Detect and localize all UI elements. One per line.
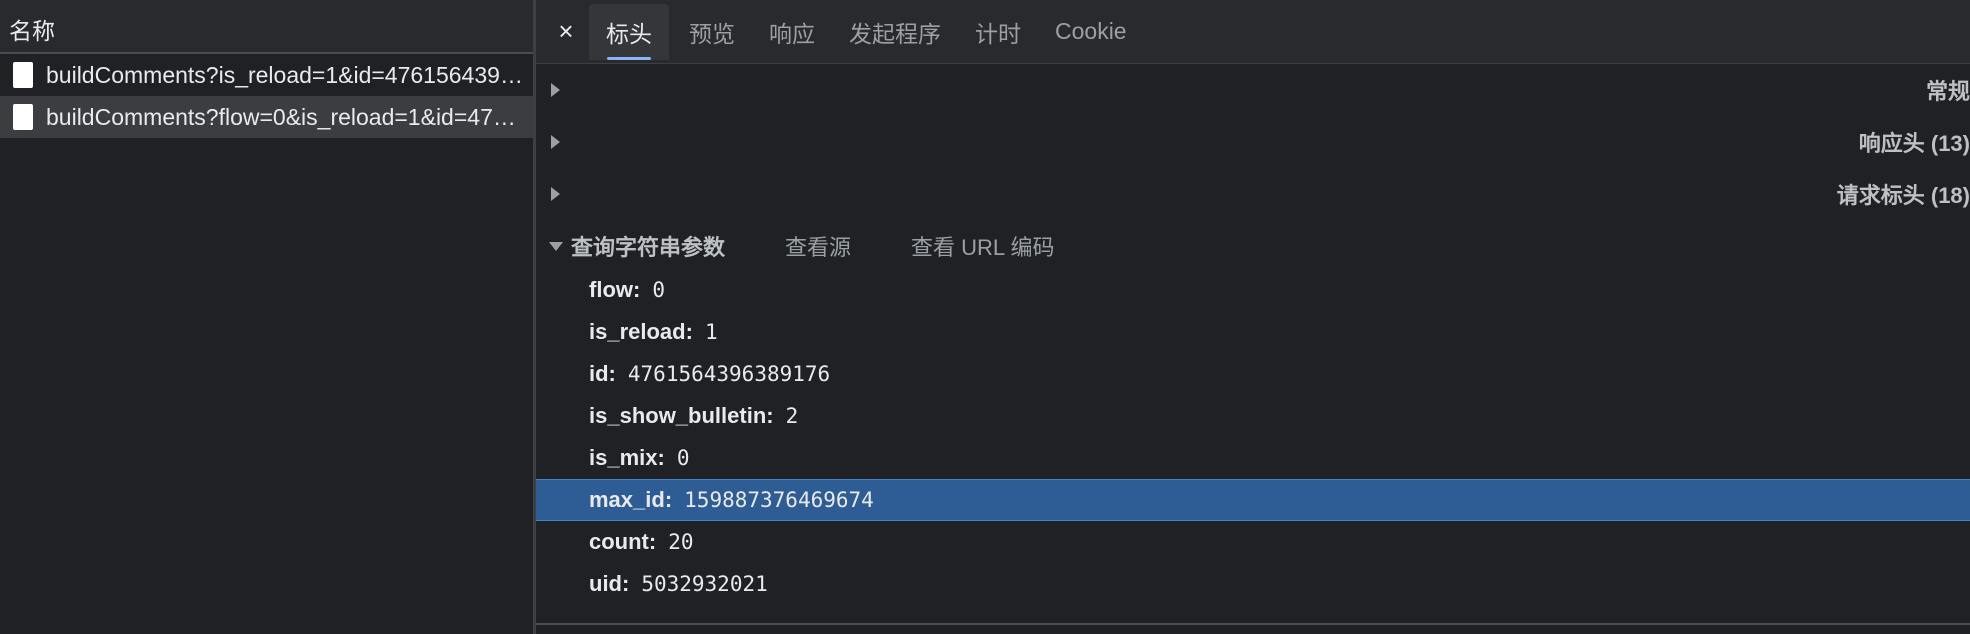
param-row-is-reload[interactable]: is_reload: 1 xyxy=(536,311,1970,353)
param-row-max-id[interactable]: max_id: 159887376469674 xyxy=(536,479,1970,521)
section-request-headers-label: 请求标头 (18) xyxy=(1836,183,1970,208)
tab-timing[interactable]: 计时 xyxy=(958,4,1038,60)
param-row-flow[interactable]: flow: 0 xyxy=(536,269,1970,311)
param-key: is_reload: xyxy=(589,319,693,344)
param-row-uid[interactable]: uid: 5032932021 xyxy=(536,563,1970,605)
request-name: buildComments?is_reload=1&id=47615643963… xyxy=(46,61,524,88)
tab-response[interactable]: 响应 xyxy=(752,4,832,60)
view-url-encoded-link[interactable]: 查看 URL 编码 xyxy=(911,230,1054,262)
expand-triangle-icon xyxy=(551,83,1918,97)
param-row-is-show-bulletin[interactable]: is_show_bulletin: 2 xyxy=(536,395,1970,437)
request-row-selected[interactable]: buildComments?flow=0&is_reload=1&id=4761… xyxy=(0,96,533,138)
tab-preview[interactable]: 预览 xyxy=(672,4,752,60)
tab-initiator[interactable]: 发起程序 xyxy=(832,4,958,60)
request-row[interactable]: buildComments?is_reload=1&id=47615643963… xyxy=(0,54,533,96)
document-icon xyxy=(13,104,33,130)
param-key: count: xyxy=(589,529,657,554)
param-value: 0 xyxy=(676,446,690,470)
close-icon[interactable]: × xyxy=(543,16,589,47)
param-value: 4761564396389176 xyxy=(627,362,831,386)
param-value: 20 xyxy=(668,530,694,554)
param-key: is_show_bulletin: xyxy=(589,403,774,428)
param-value: 159887376469674 xyxy=(684,488,874,512)
name-column-header[interactable]: 名称 xyxy=(0,0,533,54)
tab-cookies[interactable]: Cookie xyxy=(1038,4,1144,60)
param-row-is-mix[interactable]: is_mix: 0 xyxy=(536,437,1970,479)
query-params-list: flow: 0 is_reload: 1 id: 476156439638917… xyxy=(536,269,1970,605)
section-query-params[interactable]: 查询字符串参数 查看源 查看 URL 编码 xyxy=(536,220,1970,272)
param-value: 0 xyxy=(652,278,665,302)
param-key: flow: xyxy=(589,277,641,302)
request-list: 名称 buildComments?is_reload=1&id=47615643… xyxy=(0,0,536,634)
param-key: is_mix: xyxy=(589,445,665,470)
param-row-count[interactable]: count: 20 xyxy=(536,521,1970,563)
expand-triangle-icon xyxy=(551,135,1851,149)
devtools-network-panel: 名称 buildComments?is_reload=1&id=47615643… xyxy=(0,0,1970,634)
request-name: buildComments?flow=0&is_reload=1&id=4761… xyxy=(46,103,524,130)
param-value: 2 xyxy=(785,404,799,428)
param-key: uid: xyxy=(589,571,630,596)
section-query-params-label: 查询字符串参数 xyxy=(571,235,726,260)
param-key: max_id: xyxy=(589,487,673,512)
section-response-headers[interactable]: 响应头 (13) xyxy=(536,116,1970,168)
param-key: id: xyxy=(589,361,616,386)
expand-triangle-icon xyxy=(551,187,1829,201)
tab-headers[interactable]: 标头 xyxy=(589,3,669,60)
view-source-link[interactable]: 查看源 xyxy=(785,230,851,262)
section-request-headers[interactable]: 请求标头 (18) xyxy=(536,168,1970,220)
param-row-id[interactable]: id: 4761564396389176 xyxy=(536,353,1970,395)
section-response-headers-label: 响应头 (13) xyxy=(1858,131,1970,156)
collapse-triangle-icon xyxy=(549,241,563,251)
section-general[interactable]: 常规 xyxy=(536,64,1970,116)
request-detail-panel: × 标头 预览 响应 发起程序 计时 Cookie 常规 响应头 (13) 请求… xyxy=(536,0,1970,634)
document-icon xyxy=(13,62,33,88)
section-general-label: 常规 xyxy=(1925,79,1970,104)
detail-tab-bar: × 标头 预览 响应 发起程序 计时 Cookie xyxy=(536,0,1970,64)
param-value: 1 xyxy=(704,320,718,344)
divider xyxy=(536,623,1970,625)
param-value: 5032932021 xyxy=(641,572,768,596)
